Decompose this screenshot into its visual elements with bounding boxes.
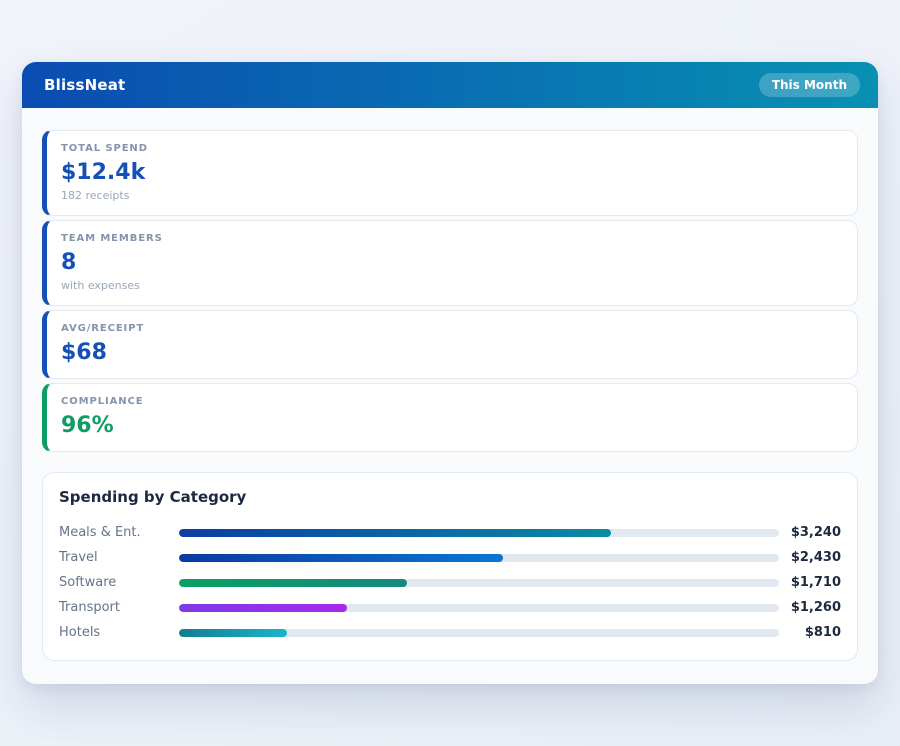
dashboard-panel: BlissNeat This Month TOTAL SPEND $12.4k … — [22, 62, 878, 684]
stat-value: 8 — [61, 250, 841, 276]
category-row-transport: Transport $1,260 — [59, 595, 841, 620]
bar-fill-transport — [179, 604, 347, 612]
stat-card-avg-receipt: AVG/RECEIPT $68 — [42, 310, 858, 379]
category-value: $1,260 — [785, 600, 841, 615]
category-value: $2,430 — [785, 550, 841, 565]
app-title: BlissNeat — [44, 76, 125, 94]
stat-value: 96% — [61, 413, 841, 439]
bar-track — [179, 629, 779, 637]
dashboard-content: TOTAL SPEND $12.4k 182 receipts TEAM MEM… — [22, 108, 878, 661]
category-value: $810 — [785, 625, 841, 640]
category-row-software: Software $1,710 — [59, 570, 841, 595]
category-label: Travel — [59, 550, 179, 565]
stat-label: TEAM MEMBERS — [61, 233, 841, 245]
month-badge[interactable]: This Month — [759, 73, 860, 97]
stat-label: TOTAL SPEND — [61, 143, 841, 155]
category-label: Transport — [59, 600, 179, 615]
category-row-hotels: Hotels $810 — [59, 620, 841, 645]
bar-fill-software — [179, 579, 407, 587]
stat-card-compliance: COMPLIANCE 96% — [42, 383, 858, 452]
spending-by-category-card: Spending by Category Meals & Ent. $3,240… — [42, 472, 858, 661]
bar-track — [179, 554, 779, 562]
category-value: $3,240 — [785, 525, 841, 540]
bar-fill-travel — [179, 554, 503, 562]
stat-sub: with expenses — [61, 279, 841, 293]
app-header: BlissNeat This Month — [22, 62, 878, 108]
category-label: Software — [59, 575, 179, 590]
stat-label: AVG/RECEIPT — [61, 323, 841, 335]
chart-title: Spending by Category — [59, 489, 841, 506]
bar-track — [179, 579, 779, 587]
stat-sub: 182 receipts — [61, 189, 841, 203]
category-label: Hotels — [59, 625, 179, 640]
bar-track — [179, 604, 779, 612]
stat-card-total-spend: TOTAL SPEND $12.4k 182 receipts — [42, 130, 858, 216]
category-label: Meals & Ent. — [59, 525, 179, 540]
category-value: $1,710 — [785, 575, 841, 590]
category-row-meals: Meals & Ent. $3,240 — [59, 520, 841, 545]
bar-fill-hotels — [179, 629, 287, 637]
stat-value: $68 — [61, 340, 841, 366]
stat-card-team-members: TEAM MEMBERS 8 with expenses — [42, 220, 858, 306]
category-row-travel: Travel $2,430 — [59, 545, 841, 570]
bar-fill-meals — [179, 529, 611, 537]
bar-track — [179, 529, 779, 537]
stat-label: COMPLIANCE — [61, 396, 841, 408]
stat-value: $12.4k — [61, 160, 841, 186]
